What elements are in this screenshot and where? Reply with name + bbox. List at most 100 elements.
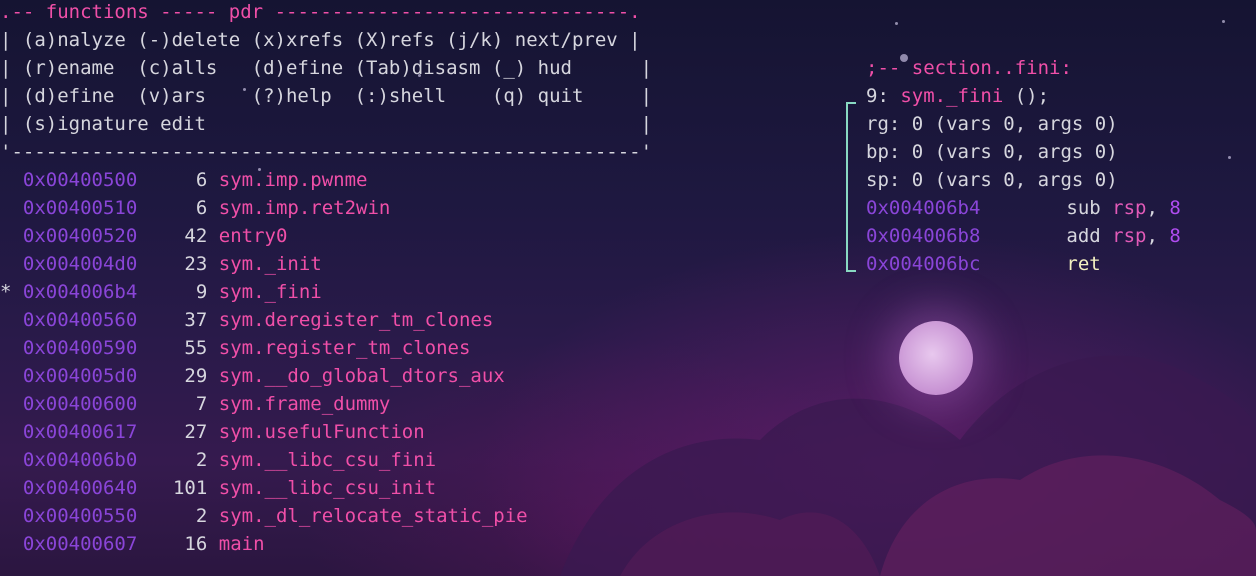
header-rest: -------------------------------. xyxy=(263,1,641,23)
function-name: sym.__do_global_dtors_aux xyxy=(218,365,505,387)
selection-marker xyxy=(0,337,11,359)
function-signature: 9: sym._fini (); xyxy=(866,82,1049,110)
function-name: sym.register_tm_clones xyxy=(218,337,471,359)
function-size: 16 xyxy=(184,533,208,555)
function-row[interactable]: 0x00400600 7 sym.frame_dummy xyxy=(0,390,390,418)
selection-marker: * xyxy=(0,281,12,303)
selection-marker xyxy=(0,449,11,471)
instruction-mnemonic: ret xyxy=(1066,253,1101,275)
function-name: sym.deregister_tm_clones xyxy=(218,309,494,331)
section-comment: ;-- section..fini: xyxy=(866,57,1072,79)
star xyxy=(895,22,898,25)
function-name: entry0 xyxy=(218,225,288,247)
selection-marker xyxy=(0,533,11,555)
instruction-immediate: 8 xyxy=(1169,225,1181,247)
function-name: sym.__libc_csu_init xyxy=(218,477,437,499)
function-name: sym.__libc_csu_fini xyxy=(218,449,437,471)
instruction-register: rsp xyxy=(1112,225,1147,247)
function-row[interactable]: 0x00400550 2 sym._dl_relocate_static_pie xyxy=(0,502,528,530)
function-bracket xyxy=(846,102,856,272)
function-size: 23 xyxy=(184,253,208,275)
function-row[interactable]: 0x004006b0 2 sym.__libc_csu_fini xyxy=(0,446,436,474)
functions-panel-header: .-- functions ----- pdr ----------------… xyxy=(0,0,641,26)
function-row[interactable]: 0x00400590 55 sym.register_tm_clones xyxy=(0,334,471,362)
header-separator: ----- xyxy=(148,1,229,23)
function-row[interactable]: 0x00400607 16 main xyxy=(0,530,265,558)
selection-marker xyxy=(0,505,11,527)
signature-args: (); xyxy=(1003,85,1050,107)
help-row: | (s)ignature edit | xyxy=(0,113,653,135)
selection-marker xyxy=(0,169,11,191)
function-name: main xyxy=(218,533,265,555)
function-address: 0x00400550 xyxy=(22,505,138,527)
function-size: 42 xyxy=(184,225,208,247)
star xyxy=(1222,20,1225,23)
function-name: sym._dl_relocate_static_pie xyxy=(218,505,528,527)
selection-marker xyxy=(0,225,11,247)
instruction-row[interactable]: 0x004006b4 sub rsp, 8 xyxy=(866,194,1181,222)
help-row: | (d)efine (v)ars (?)help (:)shell (q) q… xyxy=(0,85,653,107)
vars-info-sp: sp: 0 (vars 0, args 0) xyxy=(866,169,1118,191)
instruction-register: rsp xyxy=(1112,197,1147,219)
function-address: 0x00400500 xyxy=(22,169,138,191)
instruction-mnemonic: sub xyxy=(1066,197,1101,219)
function-address: 0x004006b4 xyxy=(22,281,138,303)
function-row[interactable]: 0x00400640 101 sym.__libc_csu_init xyxy=(0,474,436,502)
function-row-selected[interactable]: * 0x004006b4 9 sym._fini xyxy=(0,278,322,306)
selection-marker xyxy=(0,309,11,331)
function-size: 6 xyxy=(195,197,208,219)
function-address: 0x004005d0 xyxy=(22,365,138,387)
panel-mode: pdr xyxy=(228,1,264,23)
function-row[interactable]: 0x00400510 6 sym.imp.ret2win xyxy=(0,194,390,222)
function-address: 0x00400590 xyxy=(22,337,138,359)
function-row[interactable]: 0x00400560 37 sym.deregister_tm_clones xyxy=(0,306,493,334)
instruction-row[interactable]: 0x004006bc ret xyxy=(866,250,1101,278)
function-size: 9 xyxy=(195,281,208,303)
function-address: 0x00400510 xyxy=(22,197,138,219)
moon xyxy=(899,321,973,395)
function-name: sym.imp.ret2win xyxy=(218,197,391,219)
function-name: sym.imp.pwnme xyxy=(218,169,368,191)
vars-info-rg: rg: 0 (vars 0, args 0) xyxy=(866,113,1118,135)
function-address: 0x00400520 xyxy=(22,225,138,247)
function-address: 0x00400617 xyxy=(22,421,138,443)
selection-marker xyxy=(0,421,11,443)
function-row[interactable]: 0x004004d0 23 sym._init xyxy=(0,250,322,278)
function-size: 2 xyxy=(195,505,208,527)
function-address: 0x004004d0 xyxy=(22,253,138,275)
star xyxy=(1228,156,1231,159)
function-address: 0x004006b0 xyxy=(22,449,138,471)
function-size: 29 xyxy=(184,365,208,387)
selection-marker xyxy=(0,365,11,387)
instruction-mnemonic: add xyxy=(1066,225,1101,247)
function-row[interactable]: 0x004005d0 29 sym.__do_global_dtors_aux xyxy=(0,362,505,390)
instruction-row[interactable]: 0x004006b8 add rsp, 8 xyxy=(866,222,1181,250)
function-row[interactable]: 0x00400520 42 entry0 xyxy=(0,222,287,250)
selection-marker xyxy=(0,393,11,415)
function-row[interactable]: 0x00400500 6 sym.imp.pwnme xyxy=(0,166,368,194)
instruction-address: 0x004006bc xyxy=(866,253,981,275)
function-size: 7 xyxy=(195,393,208,415)
function-address: 0x00400600 xyxy=(22,393,138,415)
instruction-immediate: 8 xyxy=(1169,197,1181,219)
function-size: 101 xyxy=(172,477,208,499)
vars-info-bp: bp: 0 (vars 0, args 0) xyxy=(866,141,1118,163)
function-name: sym.usefulFunction xyxy=(218,421,425,443)
function-name: sym._init xyxy=(218,253,322,275)
signature-size: 9: xyxy=(866,85,901,107)
function-size: 2 xyxy=(195,449,208,471)
signature-name: sym._fini xyxy=(900,85,1004,107)
header-prefix: .-- xyxy=(0,1,46,23)
selection-marker xyxy=(0,197,11,219)
instruction-address: 0x004006b8 xyxy=(866,225,981,247)
help-box-bottom: '---------------------------------------… xyxy=(0,141,653,163)
function-size: 55 xyxy=(184,337,208,359)
function-size: 37 xyxy=(184,309,208,331)
function-address: 0x00400607 xyxy=(22,533,138,555)
help-row: | (a)nalyze (-)delete (x)xrefs (X)refs (… xyxy=(0,29,641,51)
panel-title: functions xyxy=(45,1,149,23)
function-row[interactable]: 0x00400617 27 sym.usefulFunction xyxy=(0,418,425,446)
selection-marker xyxy=(0,253,11,275)
function-size: 6 xyxy=(195,169,208,191)
instruction-address: 0x004006b4 xyxy=(866,197,981,219)
